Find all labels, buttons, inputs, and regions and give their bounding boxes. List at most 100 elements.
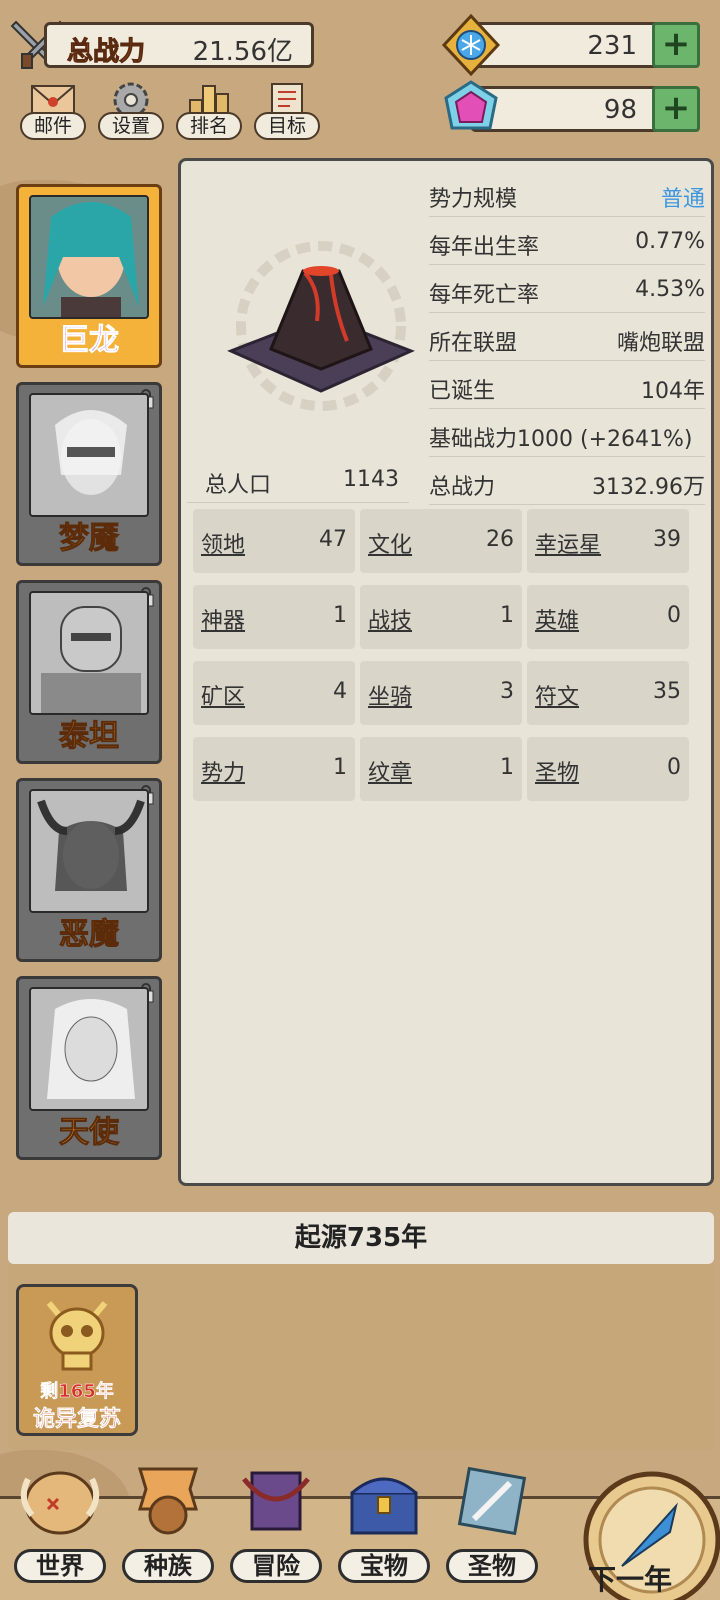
hero-name-nightmare: 梦魇 <box>59 521 120 557</box>
attr-cell-mount[interactable]: 坐骑 3 <box>360 661 522 725</box>
next-year-label: 下一年 <box>588 1563 673 1596</box>
attr-value: 3 <box>500 679 514 704</box>
snowflake-gem-count: 231 <box>587 31 637 61</box>
hero-card-angel[interactable]: 天使 <box>16 976 162 1160</box>
attr-key: 英雄 <box>535 609 580 634</box>
attr-value: 1 <box>333 603 347 628</box>
hero-portrait-demon <box>29 789 149 913</box>
ranking-label: 排名 <box>176 112 242 140</box>
nav-race[interactable]: 种族 <box>116 1459 220 1599</box>
hero-card-titan[interactable]: 泰坦 <box>16 580 162 764</box>
population-value: 1143 <box>343 467 399 492</box>
population-label: 总人口 <box>205 473 272 498</box>
race-banner-icon <box>137 1467 199 1535</box>
attr-value: 47 <box>319 527 347 552</box>
settings-label: 设置 <box>98 112 164 140</box>
stat-key: 每年死亡率 <box>429 283 540 308</box>
hero-portrait-nightmare <box>29 393 149 517</box>
attr-value: 1 <box>500 755 514 780</box>
nav-treasure[interactable]: 宝物 <box>332 1459 436 1599</box>
stat-key: 总战力 <box>429 475 496 500</box>
attr-cell-rune[interactable]: 符文 35 <box>527 661 689 725</box>
hero-portrait-dragon <box>29 195 149 319</box>
attr-key: 神器 <box>201 609 246 634</box>
origin-year-banner: 起源735年 <box>8 1212 714 1264</box>
attr-cell-relic[interactable]: 圣物 0 <box>527 737 689 801</box>
event-title: 诡异复苏 <box>32 1407 122 1433</box>
attr-key: 纹章 <box>368 761 413 786</box>
stat-value: 4.53% <box>635 277 705 302</box>
stat-key: 势力规模 <box>429 187 518 212</box>
attr-cell-culture[interactable]: 文化 26 <box>360 509 522 573</box>
attr-cell-faction[interactable]: 势力 1 <box>193 737 355 801</box>
hero-card-demon[interactable]: 恶魔 <box>16 778 162 962</box>
goals-label: 目标 <box>254 112 320 140</box>
ranking-button[interactable]: 排名 <box>176 80 242 140</box>
mail-button[interactable]: 邮件 <box>20 80 86 140</box>
attr-value: 1 <box>500 603 514 628</box>
attr-cell-hero[interactable]: 英雄 0 <box>527 585 689 649</box>
race-details-panel: 势力规模 普通 每年出生率 0.77% 每年死亡率 4.53% 所在联盟 嘴炮联… <box>178 158 714 1186</box>
attr-key: 领地 <box>201 533 246 558</box>
hero-card-dragon[interactable]: 巨龙 <box>16 184 162 368</box>
hero-portrait-angel <box>29 987 149 1111</box>
stat-value: 104年 <box>641 379 705 404</box>
stat-key: 已诞生 <box>429 379 496 404</box>
nav-adventure[interactable]: 冒险 <box>224 1459 328 1599</box>
nav-relic[interactable]: 圣物 <box>440 1459 544 1599</box>
hero-name-demon: 恶魔 <box>59 917 120 953</box>
attr-value: 39 <box>653 527 681 552</box>
goals-button[interactable]: 目标 <box>254 80 320 140</box>
population-row: 总人口 1143 <box>187 457 409 503</box>
snowflake-gem-icon <box>441 14 501 76</box>
nav-treasure-label: 宝物 <box>338 1549 430 1583</box>
scale-link[interactable]: 普通 <box>661 181 705 213</box>
nav-race-label: 种族 <box>122 1549 214 1583</box>
stat-value: 3132.96万 <box>592 475 705 500</box>
total-power-label: 总战力 <box>66 37 146 68</box>
stat-row-total-power: 总战力 3132.96万 <box>429 459 705 505</box>
event-card-weird-revival[interactable]: 剩165年 诡异复苏 <box>16 1284 138 1436</box>
hero-portrait-titan <box>29 591 149 715</box>
nav-world-label: 世界 <box>14 1549 106 1583</box>
attr-value: 0 <box>667 755 681 780</box>
nav-relic-label: 圣物 <box>446 1549 538 1583</box>
hero-card-nightmare[interactable]: 梦魇 <box>16 382 162 566</box>
relic-icon <box>457 1466 527 1536</box>
attr-key: 势力 <box>201 761 246 786</box>
attr-value: 26 <box>486 527 514 552</box>
stat-value: 嘴炮联盟 <box>616 331 705 356</box>
resource-bar-gem: 98 + <box>470 86 700 132</box>
attr-cell-combat-skill[interactable]: 战技 1 <box>360 585 522 649</box>
attr-value: 1 <box>333 755 347 780</box>
hero-name-dragon: 巨龙 <box>59 323 120 359</box>
attr-cell-emblem[interactable]: 纹章 1 <box>360 737 522 801</box>
nav-world[interactable]: 世界 <box>8 1459 112 1599</box>
attr-value: 4 <box>333 679 347 704</box>
attr-value: 0 <box>667 603 681 628</box>
attr-cell-artifact[interactable]: 神器 1 <box>193 585 355 649</box>
total-power-bar: 总战力 21.56亿 <box>44 22 314 68</box>
attr-cell-mine[interactable]: 矿区 4 <box>193 661 355 725</box>
settings-button[interactable]: 设置 <box>98 80 164 140</box>
stat-key: 基础战力1000 (+2641%) <box>429 427 693 452</box>
add-pink-gem-button[interactable]: + <box>652 86 700 132</box>
volcano-icon <box>227 241 415 411</box>
attr-key: 文化 <box>368 533 413 558</box>
stat-row-scale: 势力规模 普通 <box>429 171 705 217</box>
mail-label: 邮件 <box>20 112 86 140</box>
pink-gem-count: 98 <box>603 95 637 125</box>
event-remaining-years: 剩165年 <box>40 1381 114 1403</box>
attr-key: 圣物 <box>535 761 580 786</box>
next-year-button[interactable]: 下一年 <box>572 1466 720 1600</box>
attr-cell-lucky-star[interactable]: 幸运星 39 <box>527 509 689 573</box>
treasure-chest-icon <box>350 1477 418 1535</box>
stat-row-alliance: 所在联盟 嘴炮联盟 <box>429 315 705 361</box>
stat-row-birth: 每年出生率 0.77% <box>429 219 705 265</box>
hero-name-angel: 天使 <box>59 1115 120 1151</box>
attr-key: 符文 <box>535 685 580 710</box>
attr-key: 幸运星 <box>535 533 602 558</box>
nav-adventure-label: 冒险 <box>230 1549 322 1583</box>
add-snowflake-gem-button[interactable]: + <box>652 22 700 68</box>
attr-cell-territory[interactable]: 领地 47 <box>193 509 355 573</box>
